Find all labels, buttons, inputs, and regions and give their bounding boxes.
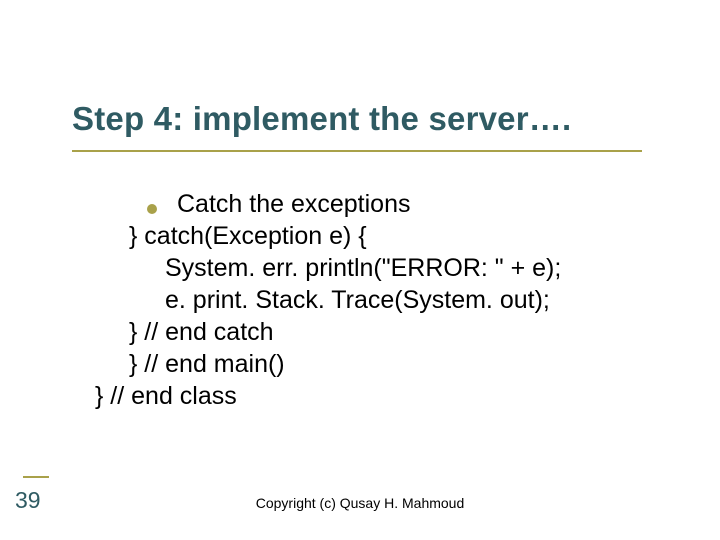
- page-number-ornament: [23, 476, 49, 478]
- title-underline: [72, 150, 642, 152]
- slide: Step 4: implement the server…. Catch the…: [0, 0, 720, 540]
- slide-body: Catch the exceptions } catch(Exception e…: [95, 188, 655, 412]
- footer-copyright: Copyright (c) Qusay H. Mahmoud: [0, 495, 720, 511]
- code-line-4: } // end catch: [129, 316, 655, 348]
- code-line-6: } // end class: [95, 380, 655, 412]
- slide-title: Step 4: implement the server….: [72, 100, 571, 138]
- code-line-3: e. print. Stack. Trace(System. out);: [165, 284, 655, 316]
- bullet-text: Catch the exceptions: [177, 188, 410, 220]
- bullet-icon: [147, 204, 157, 214]
- code-line-1: } catch(Exception e) {: [129, 220, 655, 252]
- bullet-line: Catch the exceptions: [147, 188, 655, 220]
- code-line-5: } // end main(): [129, 348, 655, 380]
- code-line-2: System. err. println("ERROR: " + e);: [165, 252, 655, 284]
